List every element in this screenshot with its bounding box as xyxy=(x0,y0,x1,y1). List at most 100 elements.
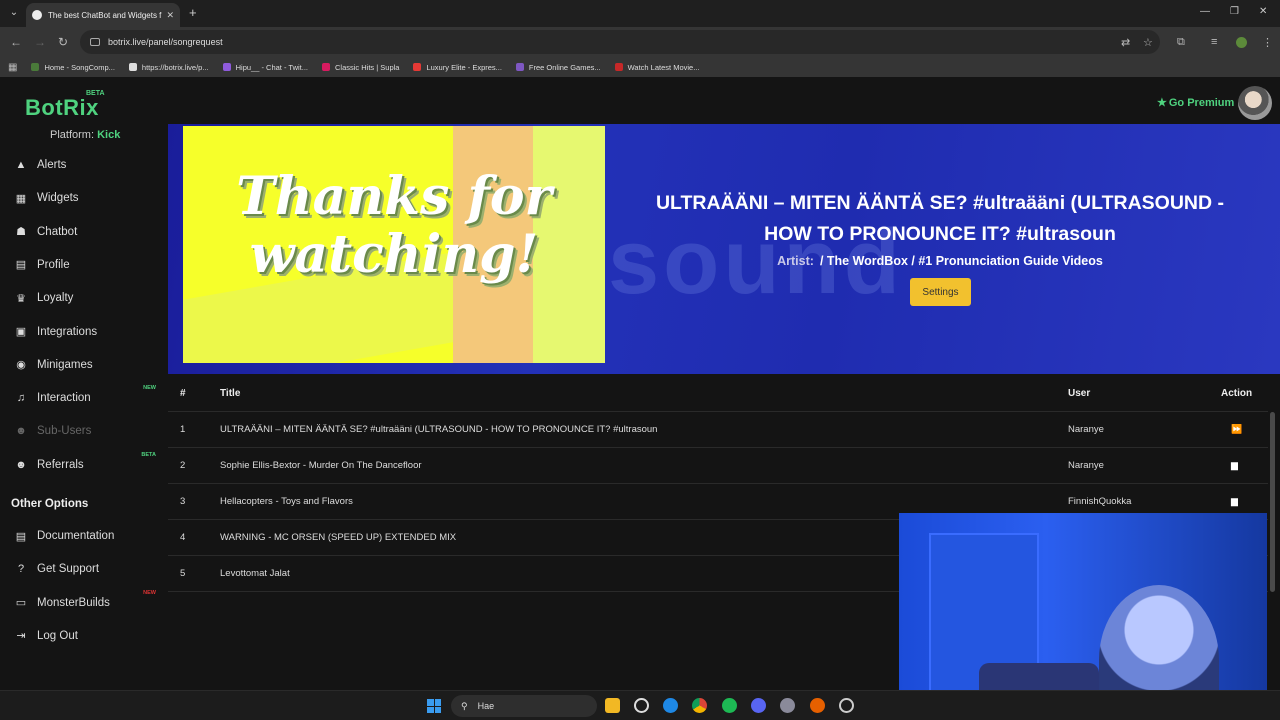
table-row: 1 ULTRAÄÄNI – MITEN ÄÄNTÄ SE? #ultraääni … xyxy=(168,412,1268,448)
browser-menu-icon[interactable]: ⋮ xyxy=(1262,36,1273,49)
now-playing-title: ULTRAÄÄNI – MITEN ÄÄNTÄ SE? #ultraääni (… xyxy=(655,192,1225,245)
discord-icon[interactable] xyxy=(751,698,766,713)
sidebar-item-log-out[interactable]: ⇥ Log Out xyxy=(0,621,168,651)
sidebar-item-label: Loyalty xyxy=(37,292,74,305)
bookmark-label: Luxury Elite - Expres... xyxy=(426,62,502,72)
search-icon: ⚲ xyxy=(461,700,468,711)
reload-icon[interactable]: ↻ xyxy=(58,35,68,49)
row-num: 1 xyxy=(180,424,186,435)
forward-icon[interactable]: → xyxy=(34,35,46,49)
user-avatar[interactable] xyxy=(1238,86,1272,120)
sidebar-item-alerts[interactable]: ▲ Alerts xyxy=(0,150,168,180)
windows-start-icon[interactable] xyxy=(427,699,441,713)
platform-label: Platform: xyxy=(50,129,95,141)
now-playing-artist: Artist: / The WordBox / #1 Pronunciation … xyxy=(630,254,1250,268)
bookmark-item[interactable]: Free Online Games... xyxy=(515,63,601,72)
trophy-icon: ♛ xyxy=(16,292,26,305)
sidebar-item-interaction[interactable]: ♫ Interaction NEW xyxy=(0,383,168,413)
sidebar-item-monsterbuilds[interactable]: ▭ MonsterBuilds NEW xyxy=(0,588,168,618)
row-num: 3 xyxy=(180,496,186,507)
app-tray-icon[interactable] xyxy=(839,698,854,713)
go-premium-button[interactable]: ★ Go Premium xyxy=(1157,96,1234,109)
sidebar-item-chatbot[interactable]: ☗ Chatbot xyxy=(0,217,168,247)
chrome-icon[interactable] xyxy=(692,698,707,713)
minimize-icon[interactable]: — xyxy=(1200,6,1210,17)
bookmark-favicon-icon xyxy=(515,63,524,71)
sidebar-item-label: Interaction xyxy=(37,392,91,405)
sidebar-item-referrals[interactable]: ☻ Referrals BETA xyxy=(0,450,168,480)
logo-beta-badge: BETA xyxy=(86,90,105,97)
reading-list-icon[interactable]: ≡ xyxy=(1211,36,1217,48)
tab-search-icon[interactable]: ⌄ xyxy=(6,5,22,21)
bookmark-favicon-icon xyxy=(614,63,623,71)
bookmark-item[interactable]: Classic Hits | Supla xyxy=(322,63,399,72)
botrix-logo[interactable]: BotRix xyxy=(25,95,99,121)
bookmark-favicon-icon xyxy=(128,63,137,71)
sidebar-item-minigames[interactable]: ◉ Minigames xyxy=(0,350,168,380)
url-field[interactable]: botrix.live/panel/songrequest xyxy=(80,30,1160,54)
header-action: Action xyxy=(1221,388,1253,399)
bookmark-item[interactable]: Luxury Elite - Expres... xyxy=(413,62,502,72)
bookmark-star-icon[interactable]: ☆ xyxy=(1143,36,1153,49)
table-scrollbar[interactable] xyxy=(1270,412,1275,592)
spotify-icon[interactable] xyxy=(722,698,737,713)
users-icon: ☻ xyxy=(15,425,27,438)
bookmarks-bar: ▦ Home - SongComp... https://botrix.live/… xyxy=(0,57,1280,77)
translate-icon[interactable]: ⇄ xyxy=(1121,36,1130,49)
go-premium-label: Go Premium xyxy=(1168,97,1235,109)
row-title: Sophie Ellis-Bextor - Murder On The Danc… xyxy=(220,460,422,471)
logout-icon: ⇥ xyxy=(16,630,26,643)
profile-icon[interactable] xyxy=(1236,37,1247,48)
sidebar-item-sub-users[interactable]: ☻ Sub-Users xyxy=(0,416,168,446)
taskbar-search-placeholder: Hae xyxy=(477,701,495,711)
sidebar-item-integrations[interactable]: ▣ Integrations xyxy=(0,317,168,347)
maximize-icon[interactable]: ❐ xyxy=(1230,6,1239,17)
skip-song-icon[interactable]: ⏩ xyxy=(1231,424,1242,435)
bookmark-item[interactable]: Home - SongComp... xyxy=(31,63,115,72)
tab-title: The best ChatBot and Widgets f xyxy=(48,10,162,20)
sidebar-item-widgets[interactable]: ▦ Widgets xyxy=(0,183,168,213)
question-icon: ? xyxy=(17,563,25,576)
new-tab-icon[interactable]: + xyxy=(189,5,197,20)
sidebar-item-loyalty[interactable]: ♛ Loyalty xyxy=(0,283,168,313)
sidebar-badge: NEW xyxy=(143,589,156,596)
sidebar: Platform: Kick Other Options ▲ Alerts ▦ Wid… xyxy=(0,124,168,690)
table-header-row: # Title User Action xyxy=(168,376,1268,412)
settings-gear-icon[interactable] xyxy=(780,698,795,713)
edge-icon[interactable] xyxy=(663,698,678,713)
referrals-icon: ☻ xyxy=(15,458,27,471)
sidebar-item-documentation[interactable]: ▤ Documentation xyxy=(0,521,168,551)
back-icon[interactable]: ← xyxy=(10,35,22,49)
sidebar-item-label: Log Out xyxy=(37,629,78,642)
sidebar-item-profile[interactable]: ▤ Profile xyxy=(0,250,168,280)
row-num: 4 xyxy=(180,532,186,543)
artist-value: / The WordBox / #1 Pronunciation Guide V… xyxy=(819,254,1103,268)
windows-taskbar: ⚲ Hae xyxy=(0,690,1280,720)
sidebar-item-get-support[interactable]: ? Get Support xyxy=(0,554,168,584)
settings-button[interactable]: Settings xyxy=(910,278,971,306)
other-options-heading: Other Options xyxy=(11,498,89,510)
laptop-icon: ▭ xyxy=(15,597,27,610)
row-num: 2 xyxy=(180,460,186,471)
window-close-icon[interactable]: ✕ xyxy=(1259,6,1267,17)
bookmark-item[interactable]: Hipu__ - Chat - Twit... xyxy=(222,63,308,72)
browser-tab[interactable]: The best ChatBot and Widgets f ✕ xyxy=(26,3,180,27)
tab-close-icon[interactable]: ✕ xyxy=(166,10,174,21)
capture-icon[interactable] xyxy=(634,698,649,713)
grid-icon: ▦ xyxy=(15,192,27,205)
bookmark-item[interactable]: Watch Latest Movie... xyxy=(614,63,699,72)
star-icon: ★ xyxy=(1157,97,1167,109)
delete-song-icon[interactable]: ▆ xyxy=(1231,460,1238,471)
delete-song-icon[interactable]: ▆ xyxy=(1231,496,1238,507)
taskbar-search[interactable]: ⚲ Hae xyxy=(451,695,597,717)
sidebar-item-label: Widgets xyxy=(37,192,79,205)
url-text: botrix.live/panel/songrequest xyxy=(108,37,223,47)
firefox-icon[interactable] xyxy=(810,698,825,713)
tab-favicon-icon xyxy=(32,10,42,20)
webcam-overlay xyxy=(899,513,1267,720)
site-info-icon[interactable] xyxy=(90,38,100,46)
file-explorer-icon[interactable] xyxy=(605,698,620,713)
apps-grid-icon[interactable]: ▦ xyxy=(8,62,17,73)
extensions-icon[interactable]: ⧉ xyxy=(1177,36,1185,49)
bookmark-item[interactable]: https://botrix.live/p... xyxy=(128,63,209,72)
